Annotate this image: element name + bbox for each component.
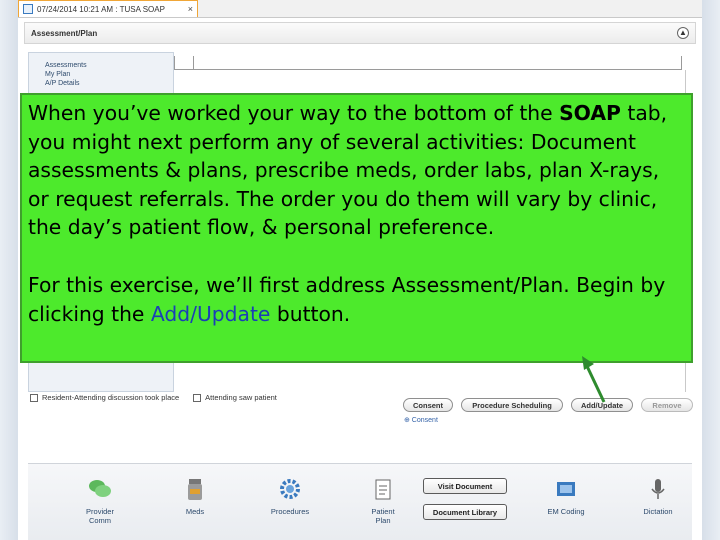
attending-saw-patient-checkbox[interactable]: Attending saw patient bbox=[193, 393, 277, 402]
checkbox-box[interactable] bbox=[30, 393, 38, 402]
instruction-paragraph-1: When you’ve worked your way to the botto… bbox=[28, 99, 685, 242]
nav-item-assessments[interactable]: Assessments bbox=[45, 61, 173, 70]
close-icon[interactable]: × bbox=[188, 4, 193, 14]
document-tab-strip: 07/24/2014 10:21 AM : TUSA SOAP × bbox=[18, 0, 702, 18]
tool-label: Provider Comm bbox=[86, 507, 114, 525]
tool-label: Meds bbox=[185, 507, 205, 516]
nav-item-ap-details[interactable]: A/P Details bbox=[45, 79, 173, 88]
grid-header-strip bbox=[174, 56, 682, 70]
pill-bottle-icon bbox=[188, 479, 202, 500]
outer-frame-right bbox=[702, 0, 720, 540]
tool-label: Procedures bbox=[270, 507, 310, 516]
instruction-paragraph-2: For this exercise, we’ll first address A… bbox=[28, 271, 685, 328]
section-title: Assessment/Plan bbox=[31, 28, 98, 38]
document-library-button[interactable]: Document Library bbox=[423, 504, 507, 520]
discussion-checkboxes: Resident-Attending discussion took place… bbox=[30, 393, 277, 402]
tool-label: Dictation bbox=[643, 507, 673, 516]
checkbox-label: Attending saw patient bbox=[205, 393, 277, 402]
bottom-toolbar: Provider Comm Meds Procedures Patient Pl… bbox=[28, 463, 692, 540]
document-buttons: Visit Document Document Library bbox=[423, 478, 507, 520]
grid-divider bbox=[193, 56, 194, 69]
instruction-text: button. bbox=[270, 301, 351, 326]
document-tab-title: 07/24/2014 10:21 AM : TUSA SOAP bbox=[37, 4, 165, 14]
consent-button[interactable]: Consent bbox=[403, 398, 453, 412]
add-update-reference: Add/Update bbox=[150, 301, 271, 326]
clipboard-icon bbox=[375, 479, 391, 500]
collapse-up-icon[interactable]: ▲ bbox=[677, 27, 689, 39]
code-icon bbox=[557, 482, 575, 496]
dictation-tool[interactable]: Dictation bbox=[630, 476, 686, 516]
consent-link[interactable]: ⊕ Consent bbox=[404, 416, 438, 424]
microphone-icon bbox=[651, 479, 665, 499]
tool-label: Patient Plan bbox=[371, 507, 395, 525]
outer-frame-left bbox=[0, 0, 18, 540]
soap-tab-reference: SOAP bbox=[559, 101, 621, 125]
checkbox-label: Resident-Attending discussion took place bbox=[42, 393, 180, 402]
em-coding-tool[interactable]: EM Coding bbox=[538, 476, 594, 516]
nav-item-my-plan[interactable]: My Plan bbox=[45, 70, 173, 79]
instruction-callout: When you’ve worked your way to the botto… bbox=[20, 93, 693, 363]
section-header: Assessment/Plan ▲ bbox=[24, 22, 696, 44]
document-icon bbox=[23, 4, 33, 14]
document-tab[interactable]: 07/24/2014 10:21 AM : TUSA SOAP × bbox=[18, 0, 198, 17]
pointer-arrow-icon bbox=[582, 356, 606, 403]
checkbox-box[interactable] bbox=[193, 393, 202, 402]
assessment-action-buttons: Consent Procedure Scheduling Add/Update … bbox=[403, 398, 693, 412]
instruction-text: When you’ve worked your way to the botto… bbox=[28, 101, 560, 125]
visit-document-button[interactable]: Visit Document bbox=[423, 478, 507, 494]
remove-button[interactable]: Remove bbox=[641, 398, 693, 412]
gear-icon bbox=[280, 479, 300, 499]
meds-tool[interactable]: Meds bbox=[167, 476, 223, 516]
provider-comm-tool[interactable]: Provider Comm bbox=[72, 476, 128, 525]
tool-label: EM Coding bbox=[547, 507, 585, 516]
procedures-tool[interactable]: Procedures bbox=[262, 476, 318, 516]
patient-plan-tool[interactable]: Patient Plan bbox=[355, 476, 411, 525]
resident-attending-checkbox[interactable]: Resident-Attending discussion took place bbox=[30, 393, 179, 402]
procedure-scheduling-button[interactable]: Procedure Scheduling bbox=[461, 398, 563, 412]
chat-bubbles-icon bbox=[89, 480, 111, 497]
